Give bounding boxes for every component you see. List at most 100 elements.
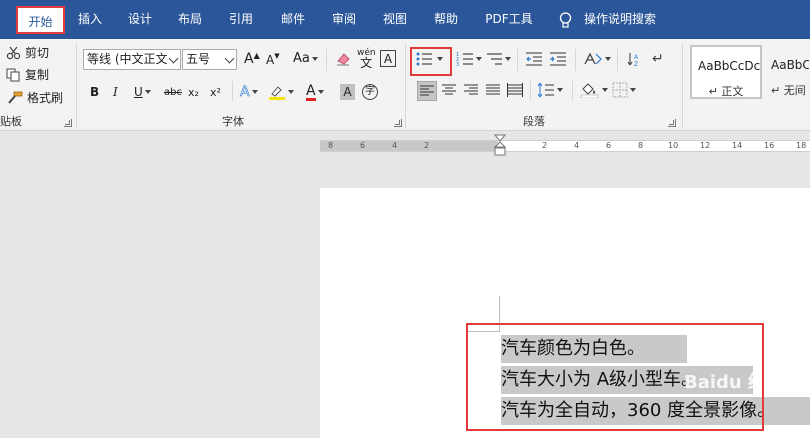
text-effects-button[interactable]: A (240, 83, 258, 101)
enclose-characters-icon: 字 (362, 84, 378, 100)
clipboard-launcher-icon[interactable] (64, 119, 72, 127)
font-color-button[interactable]: A (306, 83, 324, 101)
tab-help[interactable]: 帮助 (430, 0, 462, 39)
tab-pdf-tools[interactable]: PDF工具 (481, 0, 537, 39)
tab-mailings[interactable]: 邮件 (277, 0, 309, 39)
ruler-number: 12 (700, 141, 711, 150)
highlight-color-button[interactable] (268, 83, 294, 101)
distributed-button[interactable] (507, 83, 523, 97)
paragraph-group-label: 段落 (523, 115, 545, 128)
text-effects-icon: A (240, 84, 250, 101)
subscript-button[interactable]: x₂ (188, 83, 199, 101)
ruler-number: 4 (574, 141, 580, 150)
tell-me-search[interactable]: 操作说明搜索 (584, 0, 664, 39)
clear-formatting-button[interactable] (335, 51, 351, 67)
tab-insert[interactable]: 插入 (74, 0, 106, 39)
tab-view[interactable]: 视图 (379, 0, 411, 39)
borders-icon (612, 82, 628, 98)
character-border-button[interactable]: A (380, 50, 396, 67)
font-launcher-icon[interactable] (394, 119, 402, 127)
underline-label: U (134, 85, 143, 99)
phonetic-guide-button[interactable]: wén 文 (357, 48, 376, 70)
align-center-button[interactable] (442, 84, 456, 96)
shrink-font-button[interactable]: A ▼ (266, 52, 280, 67)
ruler-number: 8 (638, 141, 644, 150)
paint-bucket-icon (580, 83, 599, 98)
tab-review[interactable]: 审阅 (328, 0, 360, 39)
font-group-label: 字体 (222, 115, 244, 128)
numbered-list-icon: 1 2 3 (456, 52, 473, 67)
underline-button[interactable]: U (134, 83, 151, 101)
multilevel-list-button[interactable] (485, 51, 511, 67)
paragraph-launcher-icon[interactable] (668, 119, 676, 127)
ruler-number: 10 (668, 141, 679, 150)
increase-indent-button[interactable] (549, 51, 567, 67)
increase-indent-icon (550, 52, 566, 66)
chevron-down-icon (224, 53, 235, 64)
ruler-number: 6 (606, 141, 612, 150)
indent-marker-icon[interactable] (494, 134, 506, 160)
align-right-button[interactable] (464, 84, 478, 96)
font-name-select[interactable]: 等线 (中文正文 (83, 49, 181, 70)
asian-layout-button[interactable] (583, 51, 611, 67)
grow-font-button[interactable]: A ▲ (244, 51, 260, 68)
paintbrush-icon (8, 91, 23, 104)
numbering-button[interactable]: 1 2 3 (456, 51, 482, 67)
group-divider (326, 49, 327, 71)
phonetic-char-icon: 文 (360, 56, 373, 70)
line-spacing-button[interactable] (537, 82, 563, 98)
font-size-select[interactable]: 五号 (182, 49, 237, 70)
bullets-highlight-box (410, 47, 452, 76)
italic-button[interactable]: I (113, 83, 118, 101)
font-color-icon: A (306, 82, 316, 101)
eraser-icon (337, 53, 350, 66)
shading-button[interactable] (580, 82, 608, 98)
decrease-indent-button[interactable] (525, 51, 543, 67)
tab-layout[interactable]: 布局 (174, 0, 206, 39)
group-divider (76, 44, 77, 128)
style-no-spacing[interactable]: AaBbCcDc ↵ 无间 (764, 45, 810, 99)
copy-button[interactable]: 复制 (6, 66, 49, 83)
sort-button[interactable]: AZ (626, 51, 642, 67)
bold-button[interactable]: B (90, 83, 99, 101)
ruler-margin-area (320, 141, 498, 151)
shrink-font-icon: A (266, 53, 275, 67)
format-painter-label: 格式刷 (27, 91, 64, 105)
line-spacing-icon (537, 82, 554, 98)
ruler-number: 16 (764, 141, 775, 150)
format-painter-button[interactable]: 格式刷 (6, 89, 63, 106)
strikethrough-button[interactable]: abc (164, 83, 182, 101)
style-normal[interactable]: AaBbCcDc ↵ 正文 (690, 45, 762, 99)
character-shading-button[interactable]: A (340, 83, 355, 101)
group-divider (405, 44, 406, 128)
font-size-value: 五号 (186, 52, 211, 66)
svg-text:A: A (634, 54, 639, 61)
horizontal-ruler[interactable]: 8 6 4 2 2 4 6 8 10 12 14 16 18 (320, 140, 810, 152)
group-divider (617, 49, 618, 71)
style-normal-sample: AaBbCcDc (698, 59, 761, 73)
ruler-number: 2 (424, 141, 430, 150)
enclose-characters-button[interactable]: 字 (362, 83, 378, 101)
chevron-down-icon (168, 53, 179, 64)
show-formatting-marks-button[interactable]: ↵ (652, 51, 664, 67)
justify-button[interactable] (486, 84, 500, 96)
ribbon-tab-bar: 开始 插入 设计 布局 引用 邮件 审阅 视图 帮助 PDF工具 操作说明搜索 (0, 0, 810, 39)
cut-button[interactable]: 剪切 (6, 44, 49, 61)
style-no-spacing-sample: AaBbCcDc (771, 58, 810, 72)
asian-layout-icon (584, 52, 602, 65)
align-left-icon (420, 85, 434, 96)
borders-button[interactable] (612, 82, 636, 98)
highlighter-icon (269, 86, 285, 100)
change-case-button[interactable]: Aa (293, 51, 318, 66)
align-left-button[interactable] (417, 81, 437, 101)
distributed-icon (507, 83, 523, 97)
copy-icon (6, 68, 20, 81)
copy-label: 复制 (25, 68, 50, 82)
superscript-button[interactable]: x² (210, 83, 221, 101)
tab-references[interactable]: 引用 (225, 0, 257, 39)
tab-home[interactable]: 开始 (16, 6, 65, 34)
group-divider (517, 49, 518, 71)
pilcrow-icon: ↵ (652, 51, 664, 67)
tab-design[interactable]: 设计 (124, 0, 156, 39)
group-divider (575, 49, 576, 71)
